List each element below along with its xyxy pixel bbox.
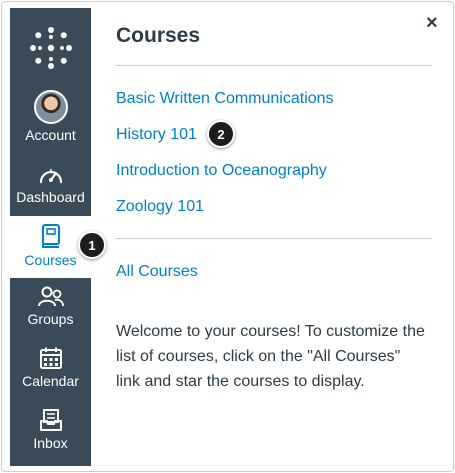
callout-marker-2: 2 <box>207 120 235 148</box>
nav-item-account[interactable]: Account <box>10 90 91 152</box>
nav-item-label: Calendar <box>22 373 79 389</box>
nav-item-inbox[interactable]: Inbox <box>10 408 91 460</box>
tray-title: Courses <box>116 24 201 47</box>
courses-icon <box>41 224 60 248</box>
dashboard-icon <box>39 169 62 184</box>
all-courses-link[interactable]: All Courses <box>116 263 198 281</box>
avatar <box>33 90 68 124</box>
courses-tray-window: Account Dashboard Courses Groups Calenda… <box>1 1 454 472</box>
groups-icon <box>37 286 64 307</box>
nav-item-calendar[interactable]: Calendar <box>10 346 91 398</box>
nav-item-label: Inbox <box>33 435 68 451</box>
nav-item-groups[interactable]: Groups <box>10 286 91 338</box>
nav-item-label: Courses <box>24 252 77 268</box>
nav-item-label: Dashboard <box>16 189 85 205</box>
course-link-basic-written-communications[interactable]: Basic Written Communications <box>116 90 334 108</box>
course-link-introduction-to-oceanography[interactable]: Introduction to Oceanography <box>116 162 327 180</box>
course-link-zoology-101[interactable]: Zoology 101 <box>116 198 204 216</box>
nav-item-label: Groups <box>27 311 74 327</box>
divider <box>116 238 432 239</box>
courses-tray: Courses × Basic Written Communications H… <box>91 8 447 466</box>
global-navigation: Account Dashboard Courses Groups Calenda… <box>10 8 91 466</box>
callout-marker-1: 1 <box>78 231 106 259</box>
close-button[interactable]: × <box>426 12 438 35</box>
canvas-logo[interactable] <box>10 12 91 84</box>
inbox-icon <box>39 409 62 431</box>
nav-item-dashboard[interactable]: Dashboard <box>10 164 91 214</box>
nav-item-label: Account <box>25 127 76 143</box>
canvas-logo-icon <box>29 27 72 69</box>
help-text: Welcome to your courses! To customize th… <box>116 323 425 390</box>
divider <box>116 65 432 66</box>
course-link-history-101[interactable]: History 101 <box>116 126 197 144</box>
calendar-icon <box>39 347 62 369</box>
